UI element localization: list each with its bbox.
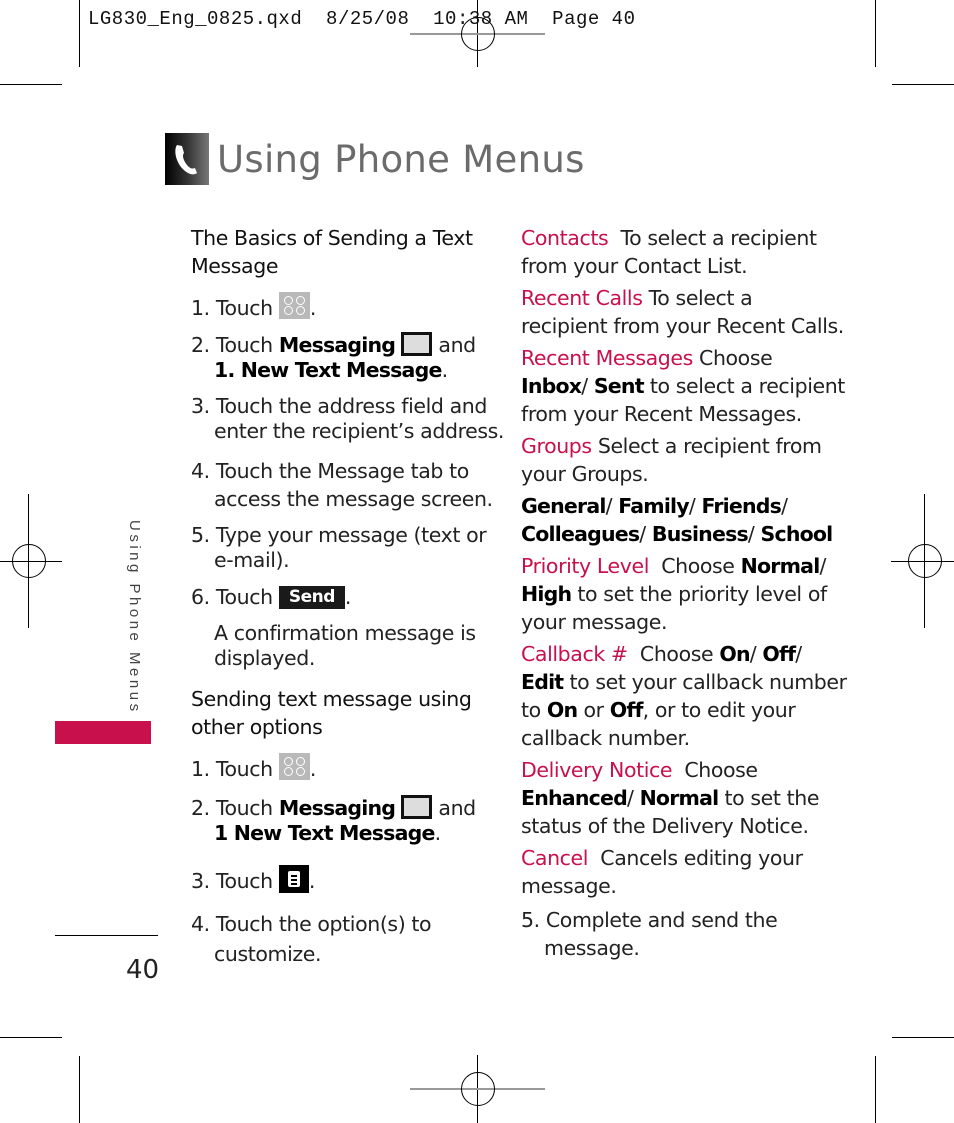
envelope-icon bbox=[401, 795, 433, 819]
option-recent-messages: Recent Messages Choose Inbox/ Sent to se… bbox=[521, 346, 845, 426]
envelope-icon bbox=[401, 332, 433, 356]
option-cancel: Cancel Cancels editing your message. bbox=[521, 846, 803, 898]
section-tab-marker bbox=[55, 721, 151, 744]
option-priority-level: Priority Level Choose Normal/ High to se… bbox=[521, 554, 827, 634]
section-heading-basics: The Basics of Sending a Text Message bbox=[191, 226, 473, 278]
step-1: 1. Touch . bbox=[191, 292, 316, 322]
crop-mark bbox=[875, 0, 876, 67]
menu-grid-icon bbox=[278, 753, 310, 780]
step-4: 4. Touch the option(s) to customize. bbox=[191, 912, 432, 966]
send-button[interactable]: Send bbox=[278, 586, 345, 609]
print-slug: LG830_Eng_0825.qxd 8/25/08 10:38 AM Page… bbox=[88, 8, 636, 30]
registration-mark bbox=[908, 544, 942, 578]
crop-mark bbox=[79, 1056, 80, 1123]
options-menu-icon bbox=[278, 865, 309, 893]
registration-mark bbox=[461, 1072, 495, 1106]
step-2: 2. Touch Messaging and 1 New Text Messag… bbox=[191, 795, 476, 845]
option-delivery-notice: Delivery Notice Choose Enhanced/ Normal … bbox=[521, 758, 820, 838]
crop-mark bbox=[79, 0, 80, 67]
step-5: 5. Type your message (text or e-mail). bbox=[191, 523, 487, 572]
section-heading-other-options: Sending text message using other options bbox=[191, 687, 472, 739]
phone-handset-icon bbox=[165, 133, 209, 185]
crop-mark bbox=[892, 1037, 954, 1038]
page-number: 40 bbox=[126, 955, 160, 985]
crop-mark bbox=[875, 1056, 876, 1123]
crop-mark bbox=[892, 84, 954, 85]
step-2: 2. Touch Messaging and 1. New Text Messa… bbox=[191, 332, 476, 382]
step-3: 3. Touch . bbox=[191, 865, 315, 895]
registration-mark bbox=[12, 544, 46, 578]
page-title: Using Phone Menus bbox=[217, 138, 585, 181]
step-3: 3. Touch the address field and enter the… bbox=[191, 394, 505, 443]
crop-mark bbox=[0, 1037, 62, 1038]
option-contacts: Contacts To select a recipient from your… bbox=[521, 226, 817, 278]
option-callback: Callback # Choose On/ Off/ Edit to set y… bbox=[521, 642, 847, 750]
step-4: 4. Touch the Message tab to access the m… bbox=[191, 459, 493, 511]
step-1: 1. Touch . bbox=[191, 753, 316, 783]
option-groups: Groups Select a recipient from your Grou… bbox=[521, 434, 833, 546]
confirmation-note: A confirmation message is displayed. bbox=[214, 621, 476, 670]
option-recent-calls: Recent Calls To select a recipient from … bbox=[521, 286, 844, 338]
section-side-label: Using Phone Menus bbox=[126, 520, 143, 715]
crop-mark bbox=[0, 84, 62, 85]
step-6: 6. Touch Send. bbox=[191, 585, 352, 609]
menu-grid-icon bbox=[278, 292, 310, 319]
step-5: 5. Complete and send the message. bbox=[521, 908, 778, 960]
footer-rule bbox=[55, 935, 158, 936]
